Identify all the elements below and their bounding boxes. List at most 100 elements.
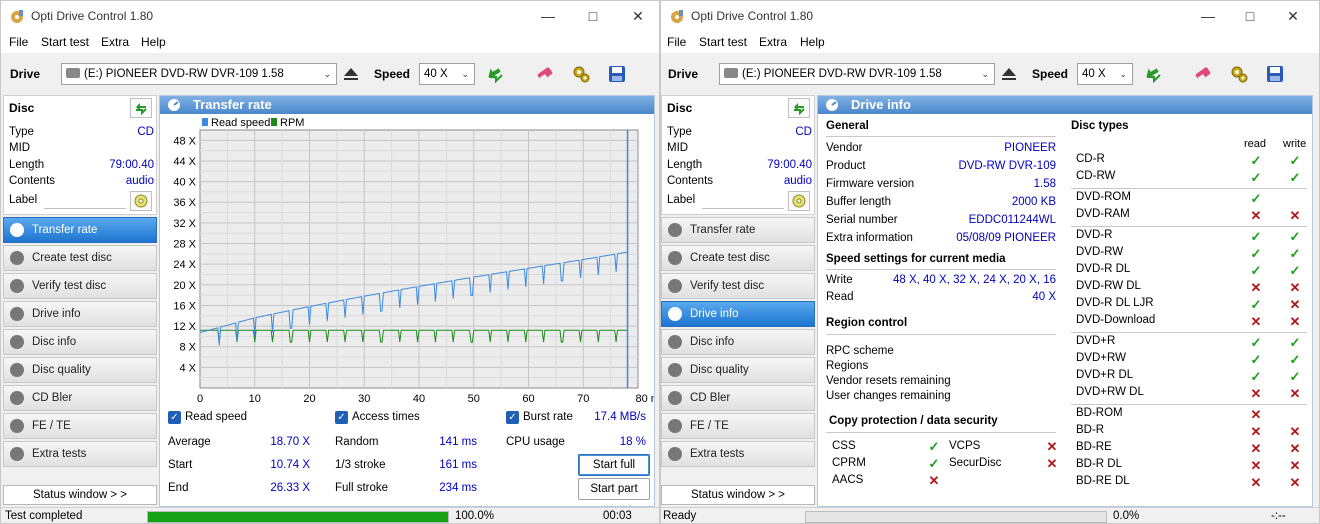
disc-label-input[interactable]: [44, 193, 126, 209]
nav-disc-info[interactable]: Disc info: [661, 329, 815, 355]
disc-refresh-button[interactable]: [130, 98, 152, 118]
nav-disc-quality[interactable]: Disc quality: [3, 357, 157, 383]
menu-start-test[interactable]: Start test: [41, 35, 89, 49]
y-tick-label: 44 X: [173, 156, 196, 168]
nav-verify-test-disc[interactable]: Verify test disc: [3, 273, 157, 299]
start-part-button[interactable]: Start part: [578, 478, 650, 500]
legend-label-rpm: RPM: [280, 117, 304, 129]
save-button[interactable]: [1263, 62, 1287, 86]
menu-start-test[interactable]: Start test: [699, 35, 747, 49]
disc-type-name: DVD-RW: [1076, 246, 1124, 258]
gauge-icon: [10, 279, 24, 293]
access-times-checkbox[interactable]: ✓: [335, 411, 348, 424]
nav-extra-tests[interactable]: Extra tests: [3, 441, 157, 467]
disc-label-button[interactable]: [130, 191, 152, 211]
disc-row-type: Type CD: [667, 126, 812, 138]
nav-drive-info[interactable]: Drive info: [3, 301, 157, 327]
full-stroke-value: 234 ms: [439, 482, 477, 494]
disc-type-name: BD-R DL: [1076, 458, 1123, 470]
drive-icon: [66, 68, 80, 78]
minimize-icon[interactable]: —: [1196, 6, 1220, 26]
disc-row-mid: MID: [667, 142, 812, 154]
disc-refresh-button[interactable]: [788, 98, 810, 118]
close-icon[interactable]: ✕: [1281, 6, 1305, 26]
nav-create-test-disc[interactable]: Create test disc: [661, 245, 815, 271]
divider: [826, 432, 1056, 433]
menu-bar: File Start test Extra Help: [1, 31, 659, 53]
disc-label-input[interactable]: [702, 193, 784, 209]
menu-help[interactable]: Help: [141, 35, 166, 49]
nav-disc-info[interactable]: Disc info: [3, 329, 157, 355]
cross-icon: ✕: [1289, 424, 1301, 439]
burst-rate-checkbox[interactable]: ✓: [506, 411, 519, 424]
close-icon[interactable]: ✕: [626, 6, 650, 26]
floppy-disk-icon: [609, 66, 625, 82]
nav-extra-tests[interactable]: Extra tests: [661, 441, 815, 467]
eject-button[interactable]: [339, 62, 363, 86]
minimize-icon[interactable]: —: [536, 6, 560, 26]
refresh-arrows-icon: [794, 103, 805, 115]
check-icon: ✓: [1289, 170, 1301, 185]
third-stroke-value: 161 ms: [439, 459, 477, 471]
menu-file[interactable]: File: [9, 35, 28, 49]
x-tick-label: 30: [358, 393, 370, 404]
settings-button[interactable]: [1227, 62, 1251, 86]
read-speed-checkbox[interactable]: ✓: [168, 411, 181, 424]
cross-icon: ✕: [1250, 208, 1262, 223]
divider: [826, 136, 1056, 137]
disc-type-name: DVD+RW DL: [1076, 386, 1144, 398]
refresh-arrows-icon: [136, 103, 147, 115]
menu-extra[interactable]: Extra: [101, 35, 129, 49]
status-window-button[interactable]: Status window > >: [661, 485, 815, 505]
disc-label-button[interactable]: [788, 191, 810, 211]
save-button[interactable]: [605, 62, 629, 86]
nav-fe-te[interactable]: FE / TE: [661, 413, 815, 439]
status-bar: Test completed 100.0% 00:03: [1, 507, 659, 523]
check-icon: ✓: [1289, 246, 1301, 261]
gauge-icon: [668, 447, 682, 461]
nav-label: Disc info: [32, 336, 77, 348]
drive-select[interactable]: (E:) PIONEER DVD-RW DVR-109 1.58 ⌄: [719, 63, 995, 85]
cross-icon: ✕: [1289, 458, 1301, 473]
nav-drive-info[interactable]: Drive info: [661, 301, 815, 327]
speed-key: Write: [826, 274, 853, 286]
disc-row-contents: Contents audio: [9, 175, 154, 187]
menu-file[interactable]: File: [667, 35, 686, 49]
drive-toolbar: Drive (E:) PIONEER DVD-RW DVR-109 1.58 ⌄…: [661, 57, 1319, 91]
erase-button[interactable]: [1191, 62, 1215, 86]
drive-label: Drive: [10, 67, 41, 81]
chevron-down-icon: ⌄: [323, 69, 331, 79]
divider: [1071, 188, 1307, 189]
disc-type-name: DVD-R: [1076, 229, 1113, 241]
nav-cd-bler[interactable]: CD Bler: [661, 385, 815, 411]
nav-cd-bler[interactable]: CD Bler: [3, 385, 157, 411]
speed-select-value: 40 X: [1082, 68, 1106, 80]
disc-summary: Disc Type CD MID Length 79:00.40 Contents a…: [3, 95, 157, 215]
speed-select[interactable]: 40 X ⌄: [1077, 63, 1133, 85]
refresh-button[interactable]: [483, 62, 507, 86]
cross-icon: ✕: [1046, 456, 1058, 471]
check-icon: ✓: [1250, 352, 1262, 367]
menu-extra[interactable]: Extra: [759, 35, 787, 49]
nav-transfer-rate[interactable]: Transfer rate: [3, 217, 157, 243]
eject-icon: [344, 68, 358, 80]
refresh-button[interactable]: [1141, 62, 1165, 86]
nav-fe-te[interactable]: FE / TE: [3, 413, 157, 439]
drive-select[interactable]: (E:) PIONEER DVD-RW DVR-109 1.58 ⌄: [61, 63, 337, 85]
eject-button[interactable]: [997, 62, 1021, 86]
start-full-button[interactable]: Start full: [578, 454, 650, 476]
speed-select[interactable]: 40 X ⌄: [419, 63, 475, 85]
menu-help[interactable]: Help: [800, 35, 825, 49]
erase-button[interactable]: [533, 62, 557, 86]
maximize-icon[interactable]: □: [581, 6, 605, 26]
nav-transfer-rate[interactable]: Transfer rate: [661, 217, 815, 243]
drive-icon: [724, 68, 738, 78]
speed-label: Speed: [1032, 67, 1069, 81]
nav-verify-test-disc[interactable]: Verify test disc: [661, 273, 815, 299]
drive-select-value: (E:) PIONEER DVD-RW DVR-109 1.58: [84, 68, 284, 80]
nav-disc-quality[interactable]: Disc quality: [661, 357, 815, 383]
settings-button[interactable]: [569, 62, 593, 86]
nav-create-test-disc[interactable]: Create test disc: [3, 245, 157, 271]
maximize-icon[interactable]: □: [1238, 6, 1262, 26]
status-window-button[interactable]: Status window > >: [3, 485, 157, 505]
